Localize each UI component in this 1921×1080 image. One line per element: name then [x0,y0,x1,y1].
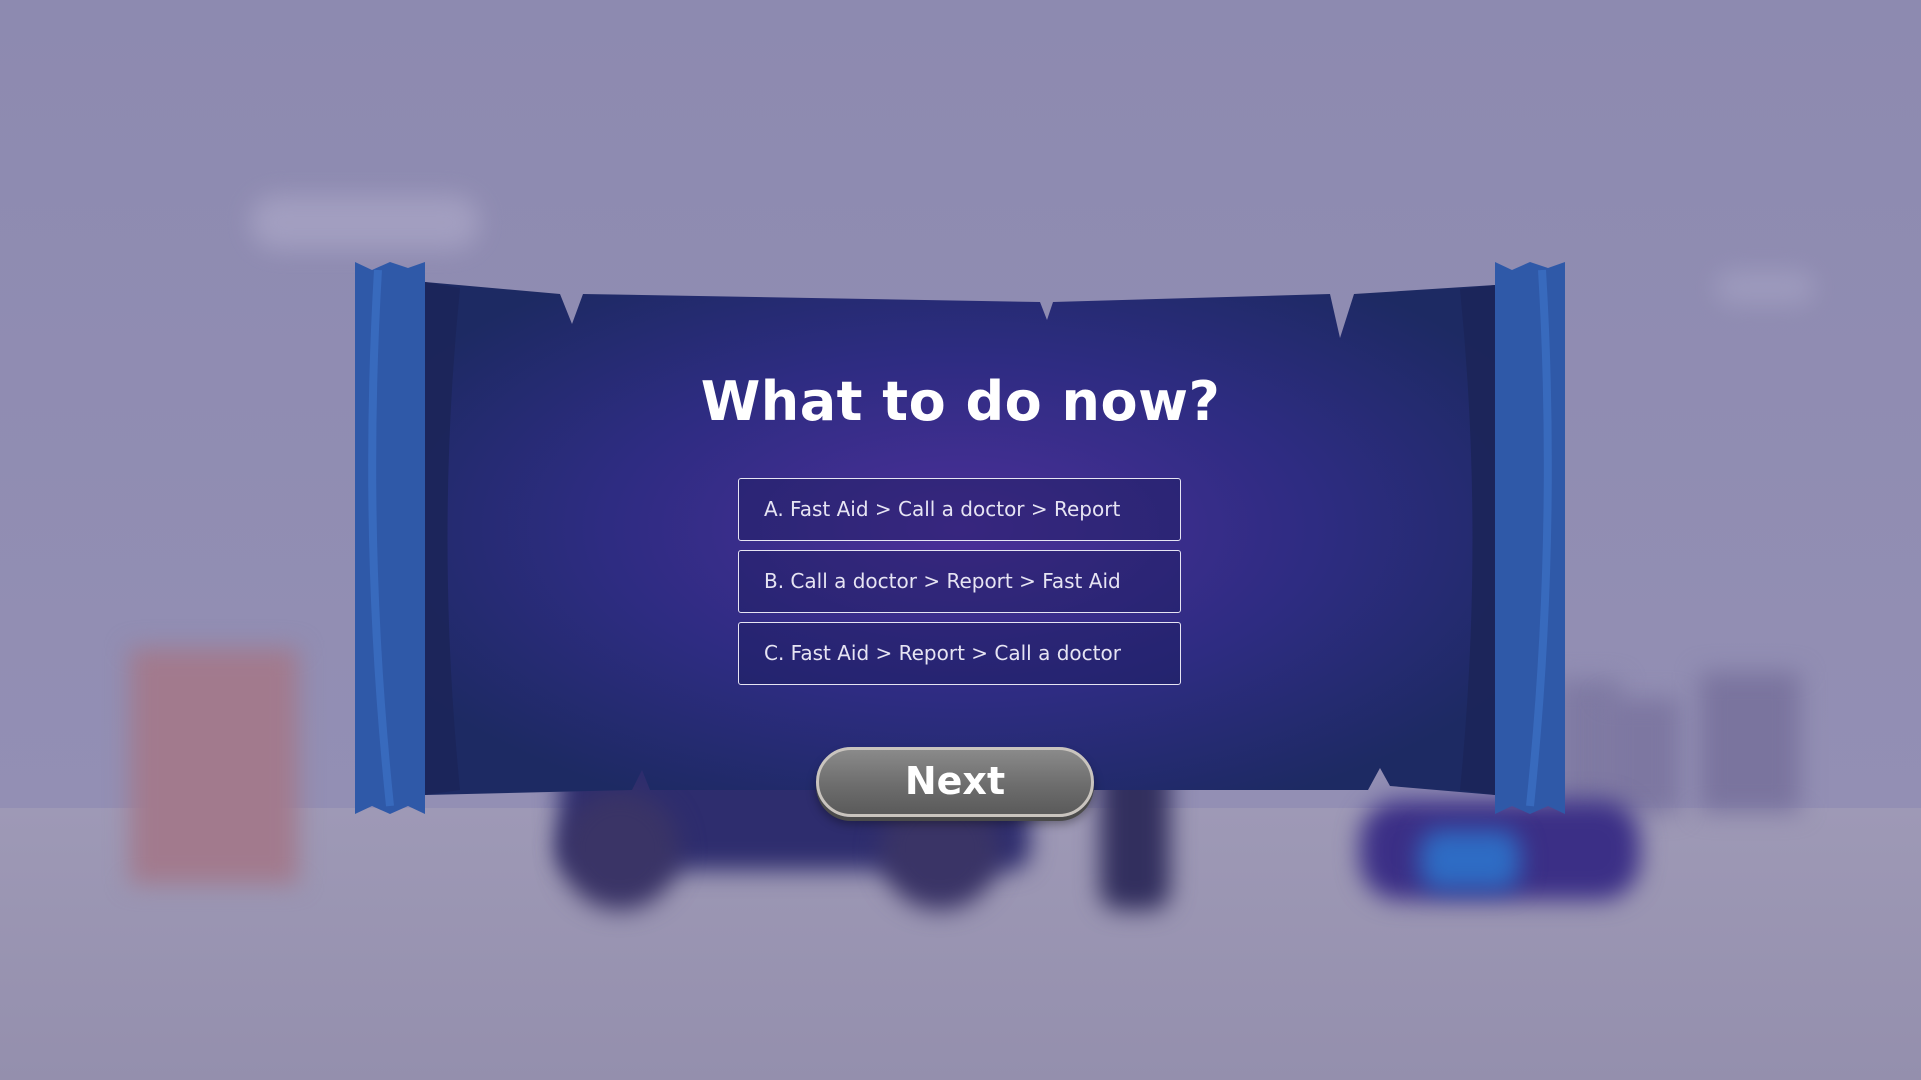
building [130,648,298,884]
cloud [250,195,480,250]
option-a-button[interactable]: A. Fast Aid > Call a doctor > Report [738,478,1181,541]
injured-person-shirt [1420,830,1520,890]
cloud [1715,270,1815,305]
answer-options: A. Fast Aid > Call a doctor > Report B. … [738,478,1181,694]
building [1605,698,1680,813]
building [1700,672,1800,812]
next-button[interactable]: Next [816,747,1094,817]
question-title: What to do now? [700,370,1221,433]
option-c-button[interactable]: C. Fast Aid > Report > Call a doctor [738,622,1181,685]
option-b-button[interactable]: B. Call a doctor > Report > Fast Aid [738,550,1181,613]
